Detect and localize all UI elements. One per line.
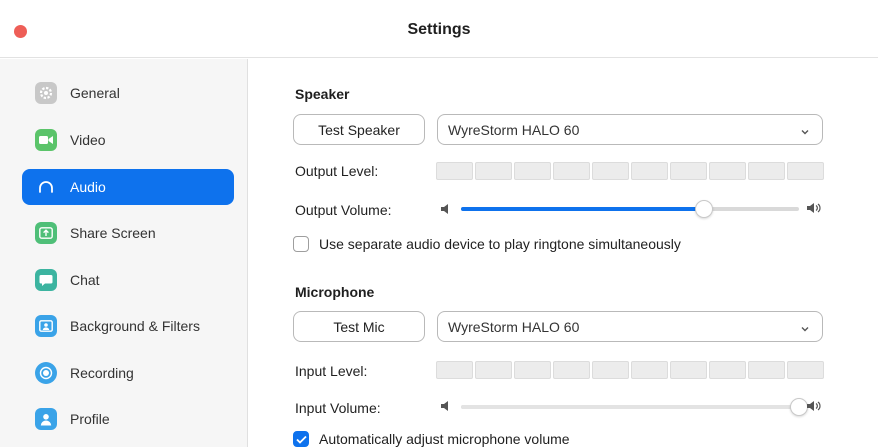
- meter-segment: [787, 162, 824, 180]
- meter-segment: [475, 361, 512, 379]
- microphone-device-select[interactable]: WyreStorm HALO 60: [437, 311, 823, 342]
- checkmark-icon: [295, 435, 307, 444]
- sidebar-item-label: General: [70, 85, 120, 101]
- meter-segment: [709, 361, 746, 379]
- profile-icon: [35, 408, 57, 430]
- meter-segment: [475, 162, 512, 180]
- video-camera-icon: [35, 129, 57, 151]
- meter-segment: [787, 361, 824, 379]
- output-level-label: Output Level:: [295, 163, 379, 179]
- volume-high-icon: [806, 399, 822, 418]
- meter-segment: [592, 162, 629, 180]
- audio-settings-panel: Speaker Test Speaker WyreStorm HALO 60 O…: [249, 59, 878, 447]
- sidebar-item-general[interactable]: General: [22, 75, 234, 111]
- meter-segment: [748, 361, 785, 379]
- output-level-meter: [436, 162, 824, 180]
- settings-sidebar: General Video Audio Share Screen Chat Ba…: [0, 59, 248, 447]
- headphones-icon: [35, 176, 57, 198]
- microphone-device-value: WyreStorm HALO 60: [448, 318, 580, 335]
- sidebar-item-video[interactable]: Video: [22, 122, 234, 158]
- input-level-meter: [436, 361, 824, 379]
- chat-bubble-icon: [35, 269, 57, 291]
- sidebar-item-profile[interactable]: Profile: [22, 401, 234, 437]
- speaker-device-select[interactable]: WyreStorm HALO 60: [437, 114, 823, 145]
- window-title: Settings: [407, 21, 471, 38]
- chevron-down-icon: [800, 321, 810, 339]
- sidebar-item-label: Background & Filters: [70, 318, 200, 334]
- share-screen-icon: [35, 222, 57, 244]
- input-volume-fill: [461, 405, 799, 409]
- sidebar-item-label: Audio: [70, 179, 106, 195]
- sidebar-item-audio[interactable]: Audio: [22, 169, 234, 205]
- microphone-section-title: Microphone: [295, 284, 375, 300]
- output-volume-fill: [461, 207, 705, 211]
- speaker-device-value: WyreStorm HALO 60: [448, 121, 580, 138]
- meter-segment: [709, 162, 746, 180]
- volume-low-icon: [440, 202, 452, 220]
- sidebar-item-label: Recording: [70, 365, 134, 381]
- title-bar: Settings: [0, 0, 878, 58]
- meter-segment: [592, 361, 629, 379]
- sidebar-item-label: Video: [70, 132, 106, 148]
- sidebar-item-share-screen[interactable]: Share Screen: [22, 215, 234, 251]
- meter-segment: [631, 361, 668, 379]
- gear-icon: [35, 82, 57, 104]
- meter-segment: [553, 361, 590, 379]
- sidebar-item-chat[interactable]: Chat: [22, 262, 234, 298]
- input-volume-label: Input Volume:: [295, 400, 381, 416]
- chevron-down-icon: [800, 124, 810, 142]
- test-speaker-button[interactable]: Test Speaker: [293, 114, 425, 145]
- sidebar-item-background-filters[interactable]: Background & Filters: [22, 308, 234, 344]
- output-volume-label: Output Volume:: [295, 202, 392, 218]
- sidebar-item-recording[interactable]: Recording: [22, 355, 234, 391]
- meter-segment: [748, 162, 785, 180]
- auto-adjust-mic-label: Automatically adjust microphone volume: [319, 431, 570, 447]
- auto-adjust-mic-checkbox[interactable]: [293, 431, 309, 447]
- meter-segment: [514, 162, 551, 180]
- record-icon: [35, 362, 57, 384]
- output-volume-slider[interactable]: [461, 200, 799, 218]
- meter-segment: [514, 361, 551, 379]
- speaker-section-title: Speaker: [295, 86, 350, 102]
- sidebar-item-label: Chat: [70, 272, 100, 288]
- output-volume-thumb[interactable]: [695, 200, 714, 218]
- volume-high-icon: [806, 201, 822, 220]
- test-mic-button[interactable]: Test Mic: [293, 311, 425, 342]
- auto-adjust-mic-option[interactable]: Automatically adjust microphone volume: [293, 431, 570, 447]
- meter-segment: [670, 361, 707, 379]
- person-background-icon: [35, 315, 57, 337]
- meter-segment: [436, 162, 473, 180]
- meter-segment: [670, 162, 707, 180]
- separate-ringtone-option[interactable]: Use separate audio device to play ringto…: [293, 236, 681, 252]
- meter-segment: [631, 162, 668, 180]
- sidebar-item-label: Profile: [70, 411, 110, 427]
- input-level-label: Input Level:: [295, 363, 368, 379]
- separate-ringtone-checkbox[interactable]: [293, 236, 309, 252]
- volume-low-icon: [440, 399, 452, 417]
- separate-ringtone-label: Use separate audio device to play ringto…: [319, 236, 681, 252]
- meter-segment: [553, 162, 590, 180]
- sidebar-item-label: Share Screen: [70, 225, 156, 241]
- meter-segment: [436, 361, 473, 379]
- input-volume-slider[interactable]: [461, 398, 808, 416]
